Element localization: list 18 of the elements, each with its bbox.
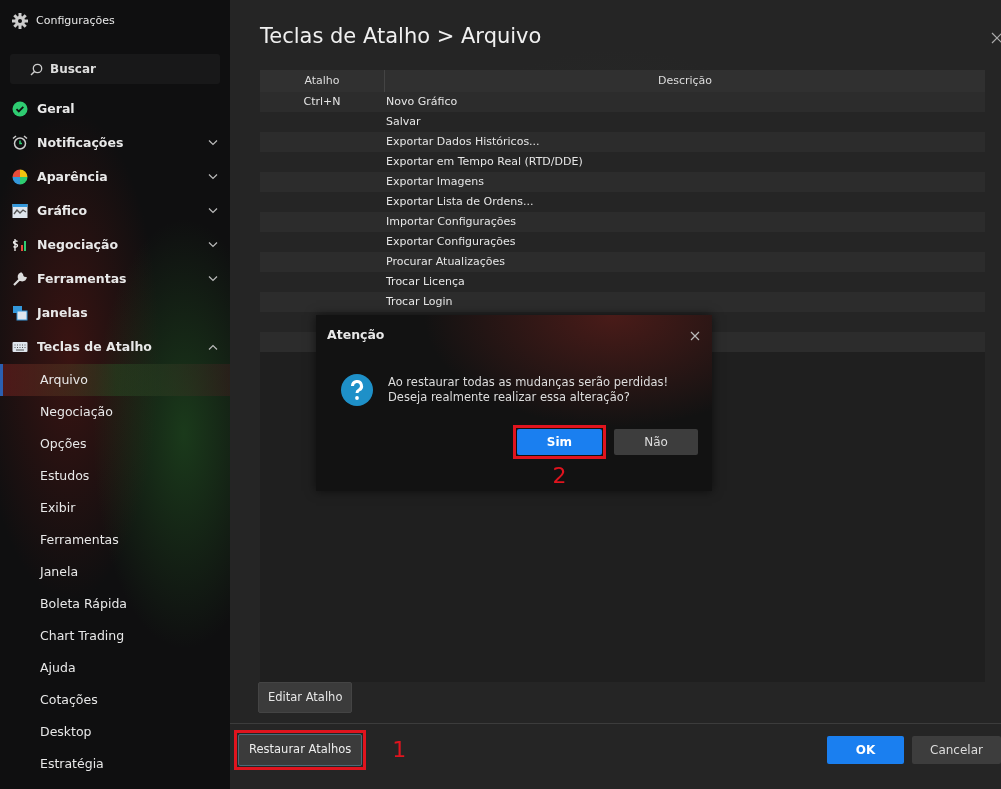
table-cell-text: Trocar Login bbox=[385, 294, 454, 310]
table-cell-text: Exportar Lista de Ordens... bbox=[385, 194, 535, 210]
annotation-number: 1 bbox=[392, 738, 407, 761]
table-cell-text: Exportar Dados Históricos... bbox=[385, 134, 541, 150]
page-title: Teclas de Atalho > Arquivo bbox=[260, 24, 542, 50]
table-cell-text: Ctrl+N bbox=[302, 94, 342, 110]
table-cell-text: Salvar bbox=[385, 114, 422, 130]
dialog-title: Atenção bbox=[327, 325, 385, 344]
table-cell-text: Novo Gráfico bbox=[385, 94, 459, 110]
sidebar-title: Configurações bbox=[36, 12, 115, 29]
annotation-number: 2 bbox=[552, 465, 567, 487]
table-cell-text: Trocar Licença bbox=[385, 274, 466, 290]
table-cell-text: Exportar Configurações bbox=[385, 234, 517, 250]
table-cell-text: Exportar em Tempo Real (RTD/DDE) bbox=[385, 154, 584, 170]
table-cell-text: Procurar Atualizações bbox=[385, 254, 506, 270]
dialog-message: Ao restaurar todas as mudanças serão perdidas! Deseja realmente realizar essa alteração? bbox=[388, 375, 669, 405]
table-cell-text: Exportar Imagens bbox=[385, 174, 485, 190]
table-cell-text: Importar Configurações bbox=[385, 214, 518, 230]
